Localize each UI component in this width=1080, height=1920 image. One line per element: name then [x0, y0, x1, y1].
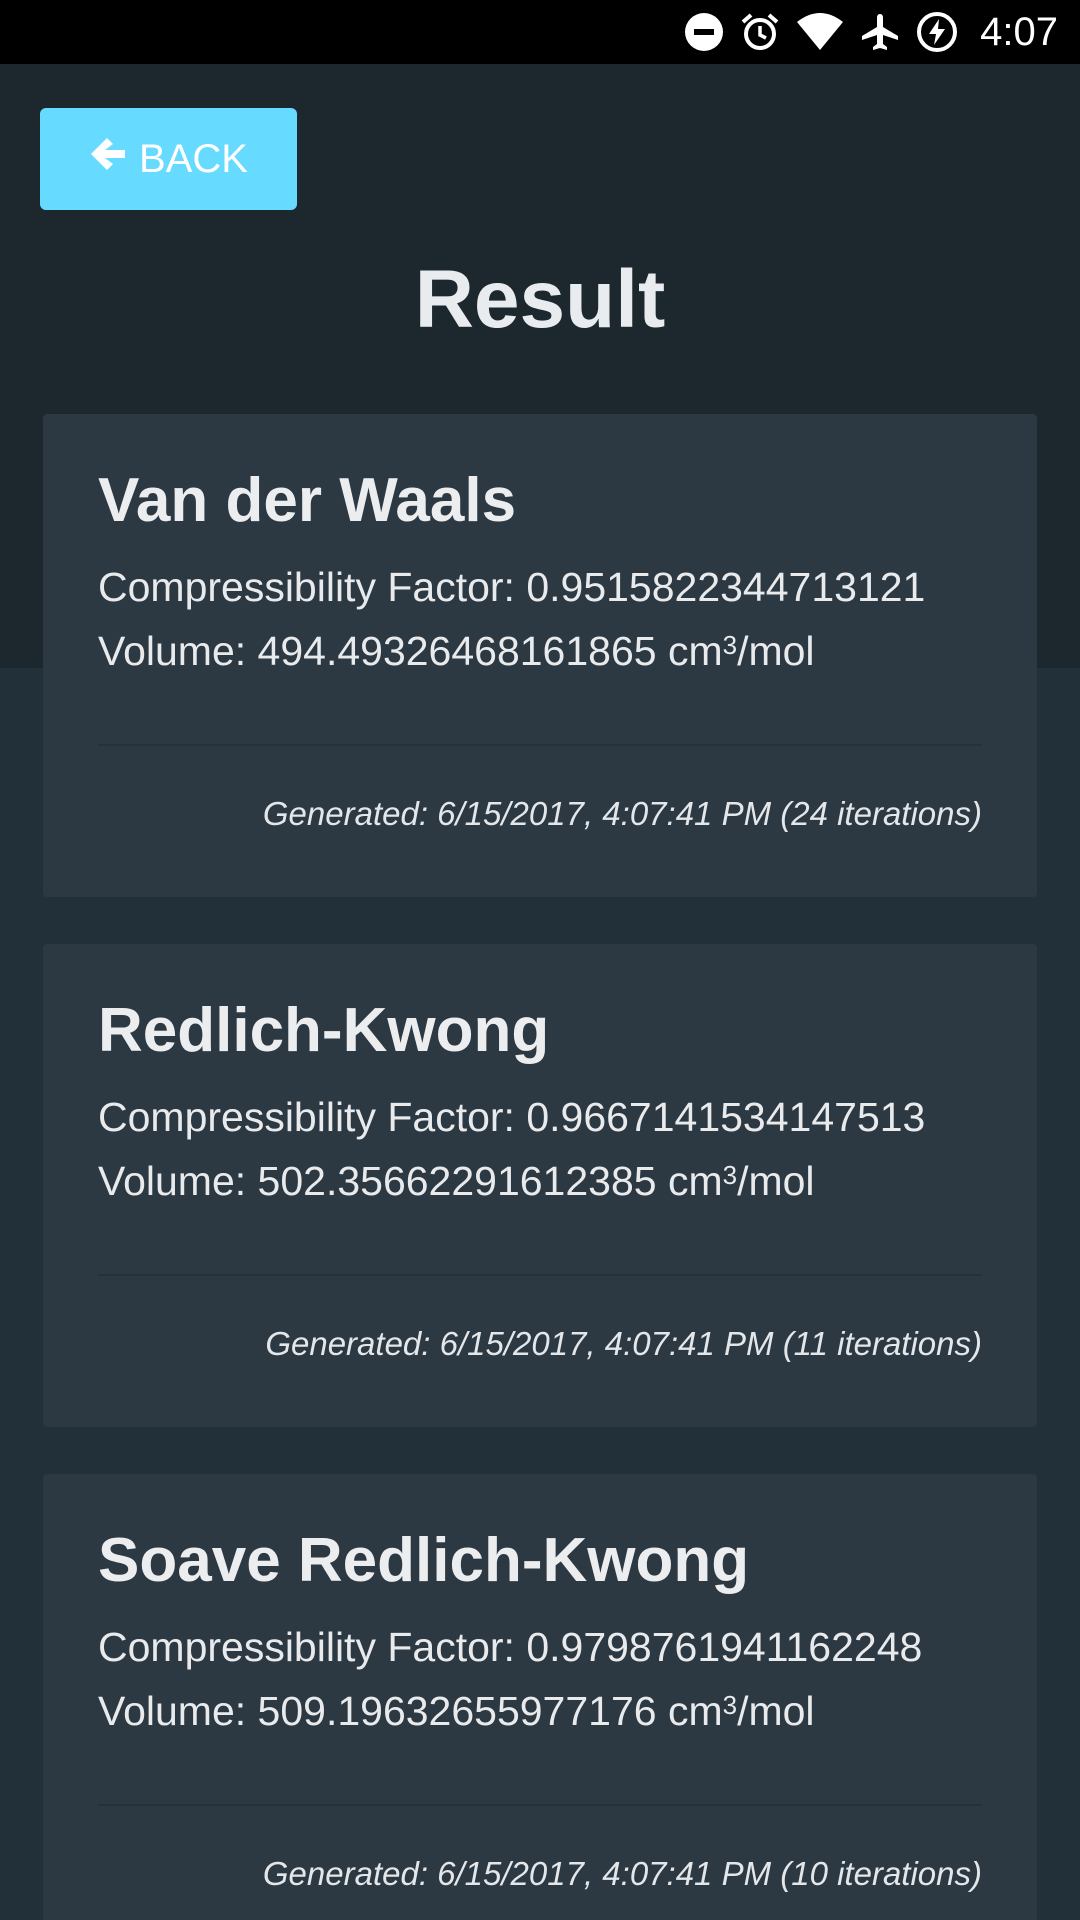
volume-unit: /mol: [737, 1158, 815, 1204]
page-title: Result: [414, 254, 666, 345]
volume: Volume: 502.35662291612385 cm3/mol: [98, 1156, 815, 1206]
battery-charging-icon: [916, 11, 958, 53]
card-divider: [98, 1804, 982, 1806]
volume-exponent: 3: [722, 1160, 738, 1190]
result-card-van-der-waals: Van der Waals Compressibility Factor: 0.…: [43, 414, 1037, 897]
compressibility-factor: Compressibility Factor: 0.97987619411622…: [98, 1624, 923, 1670]
volume: Volume: 494.49326468161865 cm3/mol: [98, 626, 815, 676]
card-divider: [98, 744, 982, 746]
generated-timestamp: Generated: 6/15/2017, 4:07:41 PM (10 ite…: [262, 1855, 982, 1892]
back-button[interactable]: BACK: [40, 108, 297, 210]
volume: Volume: 509.19632655977176 cm3/mol: [98, 1686, 815, 1736]
alarm-icon: [740, 12, 780, 52]
card-title: Redlich-Kwong: [98, 996, 550, 1065]
card-title: Soave Redlich-Kwong: [98, 1526, 750, 1595]
back-button-label: BACK: [139, 136, 248, 181]
volume-unit: /mol: [737, 1688, 815, 1734]
card-divider: [98, 1274, 982, 1276]
generated-timestamp: Generated: 6/15/2017, 4:07:41 PM (24 ite…: [262, 795, 982, 832]
volume-value: Volume: 494.49326468161865 cm: [98, 628, 723, 674]
status-bar: 4:07: [0, 0, 1080, 64]
result-card-redlich-kwong: Redlich-Kwong Compressibility Factor: 0.…: [43, 944, 1037, 1427]
arrow-left-icon: [89, 134, 127, 184]
result-card-soave-redlich-kwong: Soave Redlich-Kwong Compressibility Fact…: [43, 1474, 1037, 1920]
volume-exponent: 3: [722, 1690, 738, 1720]
do-not-disturb-icon: [684, 12, 724, 52]
volume-exponent: 3: [722, 630, 738, 660]
wifi-icon: [796, 12, 844, 52]
card-title: Van der Waals: [98, 466, 517, 535]
compressibility-factor: Compressibility Factor: 0.95158223447131…: [98, 564, 926, 610]
volume-value: Volume: 509.19632655977176 cm: [98, 1688, 723, 1734]
compressibility-factor: Compressibility Factor: 0.96671415341475…: [98, 1094, 926, 1140]
generated-timestamp: Generated: 6/15/2017, 4:07:41 PM (11 ite…: [265, 1325, 982, 1362]
volume-unit: /mol: [737, 628, 815, 674]
status-time: 4:07: [980, 9, 1058, 54]
volume-value: Volume: 502.35662291612385 cm: [98, 1158, 723, 1204]
airplane-icon: [860, 12, 900, 52]
